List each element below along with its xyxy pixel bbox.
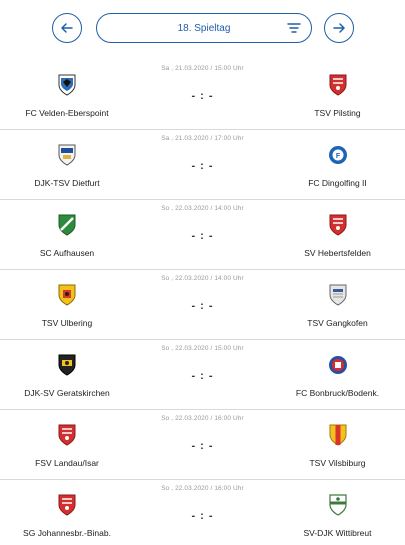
match-datetime: So , 22.03.2020 / 16:00 Uhr: [161, 415, 244, 422]
home-team-name: FSV Landau/Isar: [35, 458, 99, 468]
away-team[interactable]: F FC Dingolfing II: [270, 144, 405, 194]
home-team-name: DJK-SV Geratskirchen: [24, 388, 110, 398]
away-team-name: TSV Gangkofen: [307, 318, 368, 328]
home-team-name: FC Velden-Eberspoint: [25, 108, 109, 118]
away-team-crest-icon: [328, 74, 348, 96]
home-team-name: SG Johannesbr.-Binab.: [23, 528, 111, 538]
match-datetime: Sa , 21.03.2020 / 17:00 Uhr: [161, 135, 244, 142]
matchday-header: 18. Spieltag: [0, 0, 405, 60]
match-row[interactable]: Sa , 21.03.2020 / 17:00 Uhr DJK-TSV Dietf…: [0, 130, 405, 200]
next-matchday-button[interactable]: [324, 13, 354, 43]
home-team-name: TSV Ulbering: [41, 318, 93, 328]
away-team-name: SV-DJK Wittibreut: [303, 528, 372, 538]
away-team[interactable]: TSV Gangkofen: [270, 284, 405, 334]
away-team-name: SV Hebertsfelden: [304, 248, 371, 258]
matchday-selector[interactable]: 18. Spieltag: [96, 13, 312, 43]
away-team[interactable]: TSV Pilsting: [270, 74, 405, 124]
away-team-name: FC Dingolfing II: [308, 178, 367, 188]
matchday-label: 18. Spieltag: [177, 22, 231, 34]
match-row[interactable]: So , 22.03.2020 / 14:00 Uhr TSV Ulbering -…: [0, 270, 405, 340]
home-team-name: DJK-TSV Dietfurt: [34, 178, 100, 188]
filter-icon[interactable]: [287, 21, 301, 35]
away-team[interactable]: SV-DJK Wittibreut: [270, 494, 405, 544]
arrow-left-icon: [61, 23, 73, 33]
match-row[interactable]: So , 22.03.2020 / 16:00 Uhr SG Johannesbr…: [0, 480, 405, 545]
match-row[interactable]: So , 22.03.2020 / 15:00 Uhr DJK-SV Gerats…: [0, 340, 405, 410]
away-team-crest-icon: F: [328, 144, 348, 166]
away-team-crest-icon: [328, 424, 348, 446]
match-row[interactable]: So , 22.03.2020 / 16:00 Uhr FSV Landau/Is…: [0, 410, 405, 480]
match-datetime: So , 22.03.2020 / 14:00 Uhr: [161, 275, 244, 282]
match-datetime: So , 22.03.2020 / 14:00 Uhr: [161, 205, 244, 212]
away-team[interactable]: FC Bonbruck/Bodenk.: [270, 354, 405, 404]
away-team-crest-icon: [328, 354, 348, 376]
match-row[interactable]: So , 22.03.2020 / 14:00 Uhr SC Aufhausen -…: [0, 200, 405, 270]
home-team-name: SC Aufhausen: [39, 248, 95, 258]
away-team[interactable]: SV Hebertsfelden: [270, 214, 405, 264]
match-datetime: Sa , 21.03.2020 / 15:00 Uhr: [161, 65, 244, 72]
match-list: Sa , 21.03.2020 / 15:00 Uhr FC Velden-Ebe…: [0, 60, 405, 545]
away-team-name: TSV Pilsting: [314, 108, 361, 118]
previous-matchday-button[interactable]: [52, 13, 82, 43]
match-datetime: So , 22.03.2020 / 16:00 Uhr: [161, 485, 244, 492]
away-team-crest-icon: [328, 494, 348, 516]
away-team-name: TSV Vilsbiburg: [309, 458, 366, 468]
away-team[interactable]: TSV Vilsbiburg: [270, 424, 405, 474]
away-team-crest-icon: [328, 214, 348, 236]
match-datetime: So , 22.03.2020 / 15:00 Uhr: [161, 345, 244, 352]
match-row[interactable]: Sa , 21.03.2020 / 15:00 Uhr FC Velden-Ebe…: [0, 60, 405, 130]
arrow-right-icon: [333, 23, 345, 33]
away-team-crest-icon: [328, 284, 348, 306]
svg-text:F: F: [336, 153, 341, 160]
away-team-name: FC Bonbruck/Bodenk.: [295, 388, 380, 398]
